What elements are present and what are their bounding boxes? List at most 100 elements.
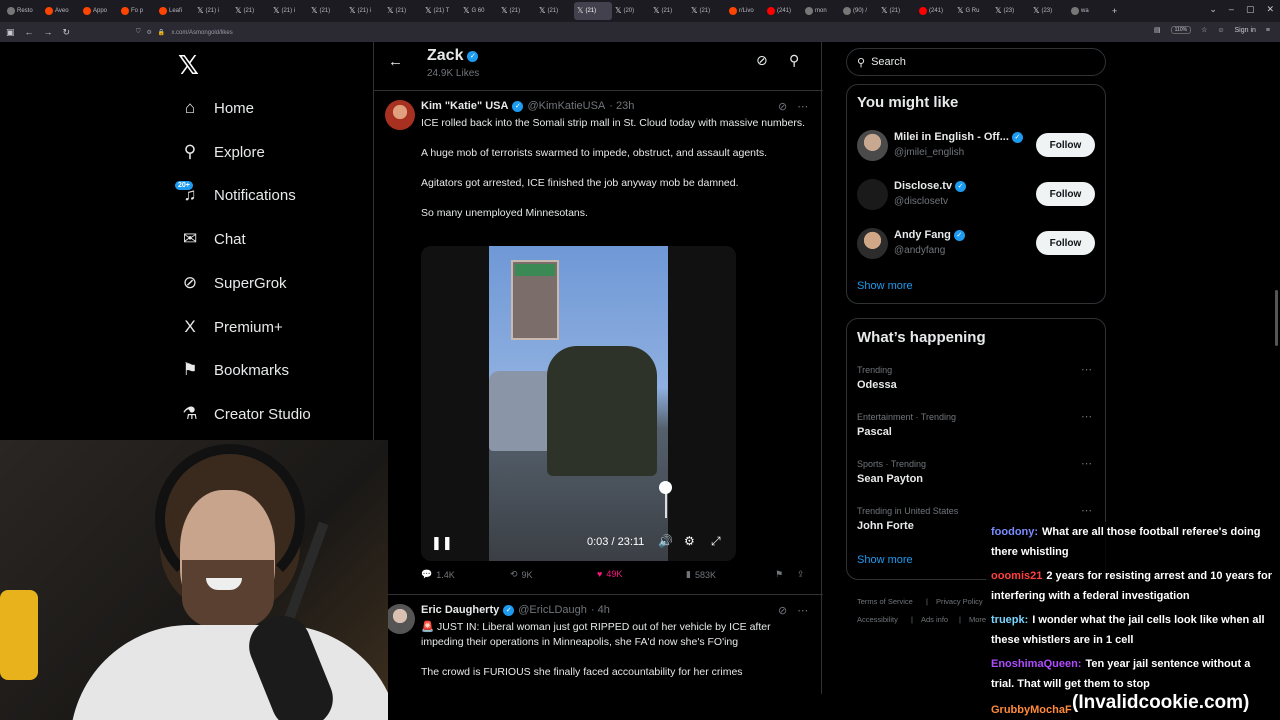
reply-button[interactable]: 💬 1.4K [421,569,455,580]
follow-button[interactable]: Follow [1036,182,1095,206]
footer-link-ads[interactable]: Ads info [921,615,948,624]
browser-tab[interactable]: r/Livo [726,2,764,20]
tweet-time[interactable]: · 23h [609,100,634,112]
suggestion-handle[interactable]: @jmilei_english [894,147,964,158]
account-icon[interactable]: ☺ [1217,27,1224,34]
browser-tab[interactable]: 𝕏G 60 [460,2,498,20]
zoom-level[interactable]: 110% [1170,26,1192,34]
trend-item[interactable]: Pascal [857,426,892,438]
nav-item-notifications[interactable]: ♫ Notifications [180,180,296,210]
footer-link-accessibility[interactable]: Accessibility [857,615,898,624]
browser-tab[interactable]: 𝕏 (23) [1030,2,1068,20]
forward-icon[interactable]: → [44,27,53,37]
url-text[interactable]: x.com/Asmongold/likes [171,30,232,36]
author-handle[interactable]: @EricLDaugh [518,604,587,616]
browser-tab[interactable]: wa [1068,2,1106,20]
author-name[interactable]: Kim "Katie" USA [421,100,508,112]
grok-icon[interactable]: ⊘ [778,100,787,113]
nav-item-creator-studio[interactable]: ⚗ Creator Studio [180,399,310,429]
more-icon[interactable]: ⋯ [797,100,808,113]
browser-tab[interactable]: (241) [764,2,802,20]
avatar[interactable] [857,130,888,161]
suggestion-name[interactable]: Disclose.tv ✓ [894,180,967,192]
pause-icon[interactable]: ❚❚ [431,535,453,551]
browser-tab[interactable]: 𝕏 (20) [612,2,650,20]
browser-tab[interactable]: 𝕏 (21) [308,2,346,20]
show-more-link[interactable]: Show more [857,280,913,292]
nav-item-supergrok[interactable]: ⊘ SuperGrok [180,268,287,298]
more-icon[interactable]: ⋯ [1081,457,1092,470]
author-handle[interactable]: @KimKatieUSA [527,100,605,112]
star-icon[interactable]: ☆ [1201,26,1207,34]
avatar[interactable] [385,604,415,634]
avatar[interactable] [857,179,888,210]
nav-item-chat[interactable]: ✉ Chat [180,224,246,254]
footer-link-privacy[interactable]: Privacy Policy [936,597,983,606]
suggestion-name[interactable]: Milei in English - Off... ✓ [894,131,1023,143]
browser-tab[interactable]: Aveo [42,2,80,20]
close-window-icon[interactable]: ✕ [1266,4,1274,15]
search-icon[interactable]: ⚲ [789,52,799,69]
nav-item-explore[interactable]: ⚲ Explore [180,137,265,167]
follow-button[interactable]: Follow [1036,133,1095,157]
fullscreen-icon[interactable]: ⤢ [711,534,721,549]
avatar[interactable] [385,100,415,130]
browser-tab[interactable]: 𝕏 (21) i [194,2,232,20]
video-scrubber-handle[interactable] [659,481,672,494]
browser-tab[interactable]: Resto [4,2,42,20]
author-name[interactable]: Eric Daugherty [421,604,499,616]
nav-item-bookmarks[interactable]: ⚑ Bookmarks [180,355,289,385]
suggestion-handle[interactable]: @andyfang [894,245,945,256]
more-icon[interactable]: ⋯ [1081,504,1092,517]
minimize-icon[interactable]: – [1229,4,1234,15]
reload-icon[interactable]: ↻ [63,27,71,38]
repost-button[interactable]: ⟲ 9K [510,569,533,580]
bookmark-button[interactable]: ⚑ [775,569,783,580]
browser-tab[interactable]: 𝕏 (21) [384,2,422,20]
browser-tab[interactable]: 𝕏 (21) i [346,2,384,20]
more-icon[interactable]: ⋯ [797,604,808,617]
sign-in-button[interactable]: Sign in [1235,27,1256,34]
share-button[interactable]: ⇪ [797,569,805,580]
trend-item[interactable]: John Forte [857,520,914,532]
browser-tab[interactable]: Fo p [118,2,156,20]
address-bar[interactable]: ⛉ ⚙ 🔒 x.com/Asmongold/likes [136,26,1056,39]
browser-tab[interactable]: 𝕏 (21) [498,2,536,20]
show-more-link[interactable]: Show more [857,554,913,566]
x-logo-icon[interactable]: 𝕏 [178,50,199,81]
more-icon[interactable]: ⋯ [1081,410,1092,423]
back-arrow-icon[interactable]: ← [388,53,403,70]
browser-tab[interactable]: 𝕏 (21) [650,2,688,20]
avatar[interactable] [857,228,888,259]
suggestion-handle[interactable]: @disclosetv [894,196,948,207]
browser-tab[interactable]: (241) [916,2,954,20]
browser-tab[interactable]: 𝕏G Ru [954,2,992,20]
grok-icon[interactable]: ⊘ [756,52,768,69]
settings-icon[interactable]: ⚙ [684,534,695,548]
browser-tab[interactable]: (90) / [840,2,878,20]
reader-icon[interactable]: ▤ [1154,26,1161,34]
browser-tab[interactable]: 𝕏 (21) [536,2,574,20]
maximize-icon[interactable]: ▢ [1246,4,1255,15]
browser-tab[interactable]: Leafi [156,2,194,20]
browser-tab[interactable]: 𝕏 (23) [992,2,1030,20]
browser-tab[interactable]: 𝕏 (21) T [422,2,460,20]
grok-icon[interactable]: ⊘ [778,604,787,617]
browser-tab[interactable]: 𝕏 (21) i [270,2,308,20]
search-input[interactable]: ⚲ Search [846,48,1106,76]
browser-tab[interactable]: 𝕏 (21) [232,2,270,20]
follow-button[interactable]: Follow [1036,231,1095,255]
browser-tab[interactable]: 𝕏 (21) [574,2,612,20]
nav-item-premium[interactable]: X Premium+ [180,312,282,342]
volume-icon[interactable]: 🔊 [658,534,673,548]
tab-list-icon[interactable]: ⌄ [1209,4,1217,15]
browser-tab[interactable]: mon [802,2,840,20]
browser-tab[interactable]: 𝕏 (21) [878,2,916,20]
like-button[interactable]: ♥ 49K [597,569,622,579]
page-scrollbar[interactable] [1275,290,1278,346]
sidebar-toggle-icon[interactable]: ▣ [6,27,15,38]
new-tab-icon[interactable]: + [1112,6,1117,16]
nav-item-home[interactable]: ⌂ Home [180,93,254,123]
menu-icon[interactable]: ≡ [1266,27,1270,34]
tweet-time[interactable]: · 4h [591,604,610,616]
